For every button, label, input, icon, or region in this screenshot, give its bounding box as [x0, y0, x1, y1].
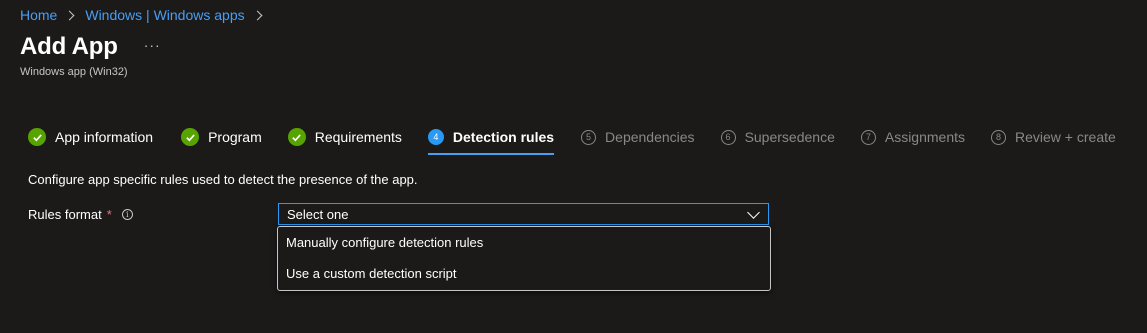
tab-assignments[interactable]: 7 Assignments: [860, 125, 966, 149]
option-manual-detection-rules[interactable]: Manually configure detection rules: [278, 227, 770, 258]
select-value: Select one: [287, 206, 349, 222]
info-icon[interactable]: i: [121, 209, 133, 220]
rules-format-label: Rules format: [28, 207, 102, 222]
chevron-right-icon: [252, 10, 263, 20]
tab-label: App information: [55, 129, 154, 145]
tab-label: Program: [208, 129, 262, 145]
tab-label: Review + create: [1015, 129, 1116, 145]
step-number-icon: 4: [427, 129, 444, 145]
tab-label: Assignments: [884, 129, 966, 145]
tab-label: Requirements: [314, 129, 402, 145]
rules-format-select[interactable]: Select one: [278, 203, 769, 225]
chevron-right-icon: [64, 10, 75, 20]
page-header: Add App ···: [20, 33, 161, 61]
tab-dependencies[interactable]: 5 Dependencies: [581, 125, 695, 149]
more-options-icon[interactable]: ···: [144, 37, 161, 53]
tab-app-information[interactable]: App information: [28, 125, 153, 149]
page-title: Add App: [20, 33, 118, 60]
required-indicator: *: [106, 207, 112, 222]
step-number-icon: 5: [581, 129, 597, 145]
step-number-icon: 8: [991, 129, 1007, 145]
breadcrumb-home-link[interactable]: Home: [20, 7, 57, 23]
tab-review-create[interactable]: 8 Review + create: [991, 125, 1116, 149]
page-subtitle: Windows app (Win32): [20, 66, 128, 78]
step-number-icon: 6: [720, 129, 736, 145]
check-circle-icon: [287, 128, 306, 146]
check-circle-icon: [181, 128, 200, 146]
tab-program[interactable]: Program: [181, 125, 262, 149]
option-custom-detection-script[interactable]: Use a custom detection script: [278, 258, 770, 289]
tab-requirements[interactable]: Requirements: [287, 125, 402, 149]
tab-label: Dependencies: [605, 129, 695, 145]
tab-detection-rules[interactable]: 4 Detection rules: [427, 125, 555, 155]
breadcrumb: Home Windows | Windows apps: [20, 7, 273, 23]
check-circle-icon: [28, 128, 46, 146]
tab-label: Supersedence: [744, 129, 835, 145]
step-number-icon: 7: [860, 129, 876, 145]
app-root: Home Windows | Windows apps Add App ··· …: [0, 0, 1147, 333]
tab-label: Detection rules: [452, 129, 555, 145]
section-description: Configure app specific rules used to det…: [28, 172, 418, 187]
wizard-steps: App information Program Requirements 4 D…: [28, 125, 1116, 155]
rules-format-dropdown: Manually configure detection rules Use a…: [277, 226, 771, 291]
chevron-down-icon: [747, 206, 760, 219]
tab-supersedence[interactable]: 6 Supersedence: [720, 125, 835, 149]
breadcrumb-windows-apps-link[interactable]: Windows | Windows apps: [85, 7, 244, 23]
rules-format-label-group: Rules format * i: [28, 207, 133, 222]
